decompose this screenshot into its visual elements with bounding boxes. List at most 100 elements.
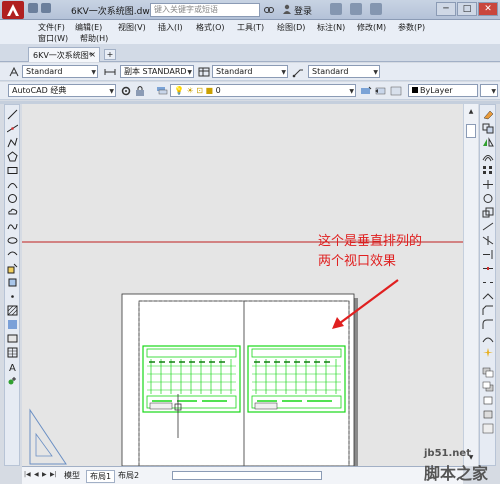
close-button[interactable]: ✕ (478, 2, 498, 16)
tab-close-icon[interactable]: × (89, 50, 96, 59)
layer-select[interactable]: 💡 ☀ ⊡ ■ 0 ▼ (170, 84, 356, 97)
maximize-button[interactable]: □ (457, 2, 477, 16)
draw-order-above-icon[interactable] (482, 395, 494, 406)
drawing-area[interactable]: 这个是垂直排列的 两个视口效果 (22, 104, 468, 466)
tab-model[interactable]: 模型 (64, 470, 80, 481)
menu-view[interactable]: 视图(V) (118, 22, 146, 33)
fillet-icon[interactable] (482, 319, 494, 330)
tab-layout2[interactable]: 布局2 (118, 470, 139, 481)
user-icon[interactable] (282, 4, 292, 14)
circle-icon[interactable] (7, 193, 18, 204)
break-icon[interactable] (482, 277, 494, 288)
color-dropdown-arrow[interactable]: ▼ (480, 84, 498, 97)
layer-properties-icon[interactable] (156, 85, 168, 97)
scale-icon[interactable] (482, 207, 494, 218)
table-icon[interactable] (7, 347, 18, 358)
make-current-layer-icon[interactable] (360, 85, 372, 97)
multileader-style-icon[interactable] (292, 66, 304, 78)
workspace-select[interactable]: AutoCAD 经典 ▼ (8, 84, 116, 97)
exchange-icon[interactable] (330, 3, 342, 15)
arc-icon[interactable] (7, 179, 18, 190)
copy-icon[interactable] (482, 123, 494, 134)
dim-style-select[interactable]: 副本 STANDARD ▼ (120, 65, 194, 78)
chamfer-icon[interactable] (482, 305, 494, 316)
move-icon[interactable] (482, 179, 494, 190)
text-style-select[interactable]: Standard ▼ (22, 65, 98, 78)
ellipse-icon[interactable] (7, 235, 18, 246)
table-style-select[interactable]: Standard ▼ (212, 65, 288, 78)
gear-icon[interactable] (120, 85, 132, 97)
menu-window[interactable]: 窗口(W) (38, 33, 68, 44)
minimize-button[interactable]: ─ (436, 2, 456, 16)
array-icon[interactable] (482, 165, 494, 176)
login-label[interactable]: 登录 (294, 4, 312, 17)
trim-icon[interactable] (482, 235, 494, 246)
menu-parametric[interactable]: 参数(P) (398, 22, 425, 33)
offset-icon[interactable] (482, 151, 494, 162)
join-icon[interactable] (482, 291, 494, 302)
binoculars-icon[interactable] (264, 4, 274, 14)
hatch-icon[interactable] (7, 305, 18, 316)
add-selected-icon[interactable] (7, 375, 18, 386)
construction-line-icon[interactable] (7, 123, 18, 134)
table-style-icon[interactable] (198, 66, 210, 78)
text-to-front-icon[interactable] (482, 423, 494, 434)
horizontal-scroll-thumb[interactable] (172, 471, 322, 480)
layer-previous-icon[interactable] (374, 85, 386, 97)
search-input[interactable]: 键入关键字或短语 (150, 3, 260, 17)
point-icon[interactable] (7, 291, 18, 302)
draw-order-back-icon[interactable] (482, 381, 494, 392)
rotate-icon[interactable] (482, 193, 494, 204)
lock-workspace-icon[interactable] (134, 85, 146, 97)
document-tab[interactable]: 6KV一次系统图* × (28, 47, 100, 62)
new-file-icon[interactable] (28, 3, 38, 13)
region-icon[interactable] (7, 333, 18, 344)
line-icon[interactable] (7, 109, 18, 120)
draw-order-below-icon[interactable] (482, 409, 494, 420)
polygon-icon[interactable] (7, 151, 18, 162)
open-file-icon[interactable] (41, 3, 51, 13)
new-tab-button[interactable]: + (104, 49, 116, 60)
mirror-icon[interactable] (482, 137, 494, 148)
menu-format[interactable]: 格式(O) (196, 22, 225, 33)
menu-file[interactable]: 文件(F) (38, 22, 65, 33)
menu-tools[interactable]: 工具(T) (237, 22, 264, 33)
revision-cloud-icon[interactable] (7, 207, 18, 218)
next-layout-button[interactable]: ▶ (42, 471, 47, 478)
dim-style-icon[interactable] (104, 66, 116, 78)
insert-block-icon[interactable] (7, 263, 18, 274)
scroll-up-button[interactable]: ▲ (465, 106, 477, 117)
extend-icon[interactable] (482, 249, 494, 260)
menu-dimension[interactable]: 标注(N) (317, 22, 345, 33)
tab-layout1[interactable]: 布局1 (86, 470, 116, 483)
scroll-thumb[interactable] (466, 124, 476, 138)
gradient-icon[interactable] (7, 319, 18, 330)
ellipse-arc-icon[interactable] (7, 249, 18, 260)
star-icon[interactable] (350, 3, 362, 15)
draw-order-front-icon[interactable] (482, 367, 494, 378)
text-style-icon[interactable] (8, 66, 20, 78)
layer-state-icon[interactable] (390, 85, 402, 97)
autocad-logo-icon[interactable] (2, 1, 24, 19)
polyline-icon[interactable] (7, 137, 18, 148)
stretch-icon[interactable] (482, 221, 494, 232)
menu-edit[interactable]: 编辑(E) (75, 22, 102, 33)
explode-icon[interactable] (482, 347, 494, 358)
menu-modify[interactable]: 修改(M) (357, 22, 386, 33)
menu-insert[interactable]: 插入(I) (158, 22, 183, 33)
drawing-canvas[interactable] (22, 104, 468, 466)
last-layout-button[interactable]: ▶| (50, 471, 57, 478)
break-at-point-icon[interactable] (482, 263, 494, 274)
erase-icon[interactable] (482, 109, 494, 120)
prev-layout-button[interactable]: ◀ (34, 471, 39, 478)
multileader-style-select[interactable]: Standard ▼ (308, 65, 380, 78)
vertical-scrollbar[interactable]: ▲ ▼ (463, 104, 478, 466)
menu-draw[interactable]: 绘图(D) (277, 22, 305, 33)
make-block-icon[interactable] (7, 277, 18, 288)
rectangle-icon[interactable] (7, 165, 18, 176)
color-select[interactable]: ByLayer (408, 84, 478, 97)
spline-icon[interactable] (7, 221, 18, 232)
multiline-text-icon[interactable]: A (7, 361, 18, 372)
menu-help[interactable]: 帮助(H) (80, 33, 108, 44)
blend-curves-icon[interactable] (482, 333, 494, 344)
